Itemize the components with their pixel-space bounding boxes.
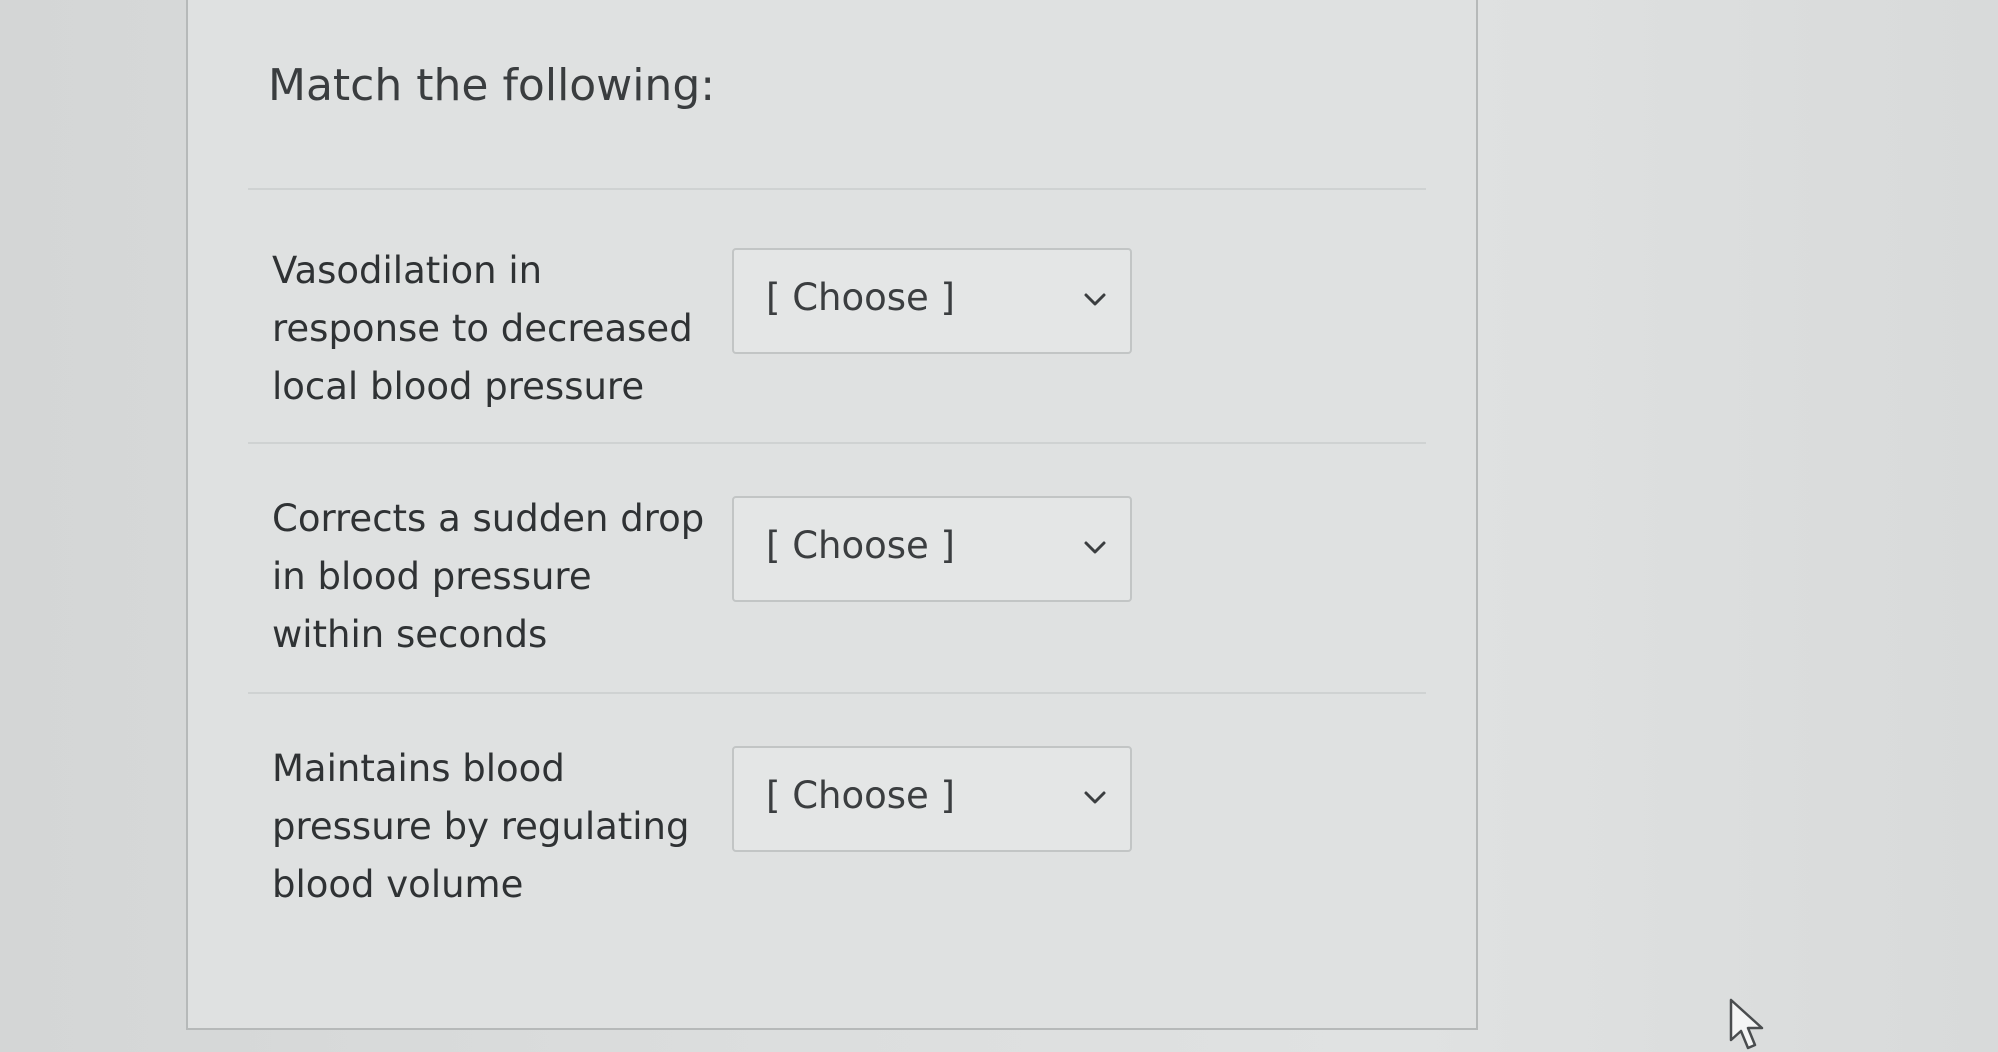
chevron-down-icon: [1084, 791, 1106, 804]
chevron-down-icon: [1084, 541, 1106, 554]
divider: [248, 188, 1426, 190]
match-prompt: Maintains blood pressure by regulating b…: [272, 747, 690, 906]
match-prompt: Vasodilation in response to decreased lo…: [272, 249, 693, 408]
chevron-down-icon: [1084, 293, 1106, 306]
answer-select[interactable]: [ Choose ]: [732, 248, 1132, 354]
select-value: [ Choose ]: [766, 524, 955, 567]
match-row: Corrects a sudden drop in blood pressure…: [272, 490, 1422, 690]
question-card: Match the following: Vasodilation in res…: [186, 0, 1478, 1030]
select-value: [ Choose ]: [766, 774, 955, 817]
divider: [248, 442, 1426, 444]
divider: [248, 692, 1426, 694]
match-prompt: Corrects a sudden drop in blood pressure…: [272, 497, 705, 656]
mouse-pointer-icon: [1729, 998, 1764, 1050]
match-row: Vasodilation in response to decreased lo…: [272, 242, 1422, 442]
question-title: Match the following:: [268, 60, 716, 111]
select-value: [ Choose ]: [766, 276, 955, 319]
screen: Match the following: Vasodilation in res…: [0, 0, 1998, 1052]
match-row: Maintains blood pressure by regulating b…: [272, 740, 1422, 940]
answer-select[interactable]: [ Choose ]: [732, 496, 1132, 602]
answer-select[interactable]: [ Choose ]: [732, 746, 1132, 852]
